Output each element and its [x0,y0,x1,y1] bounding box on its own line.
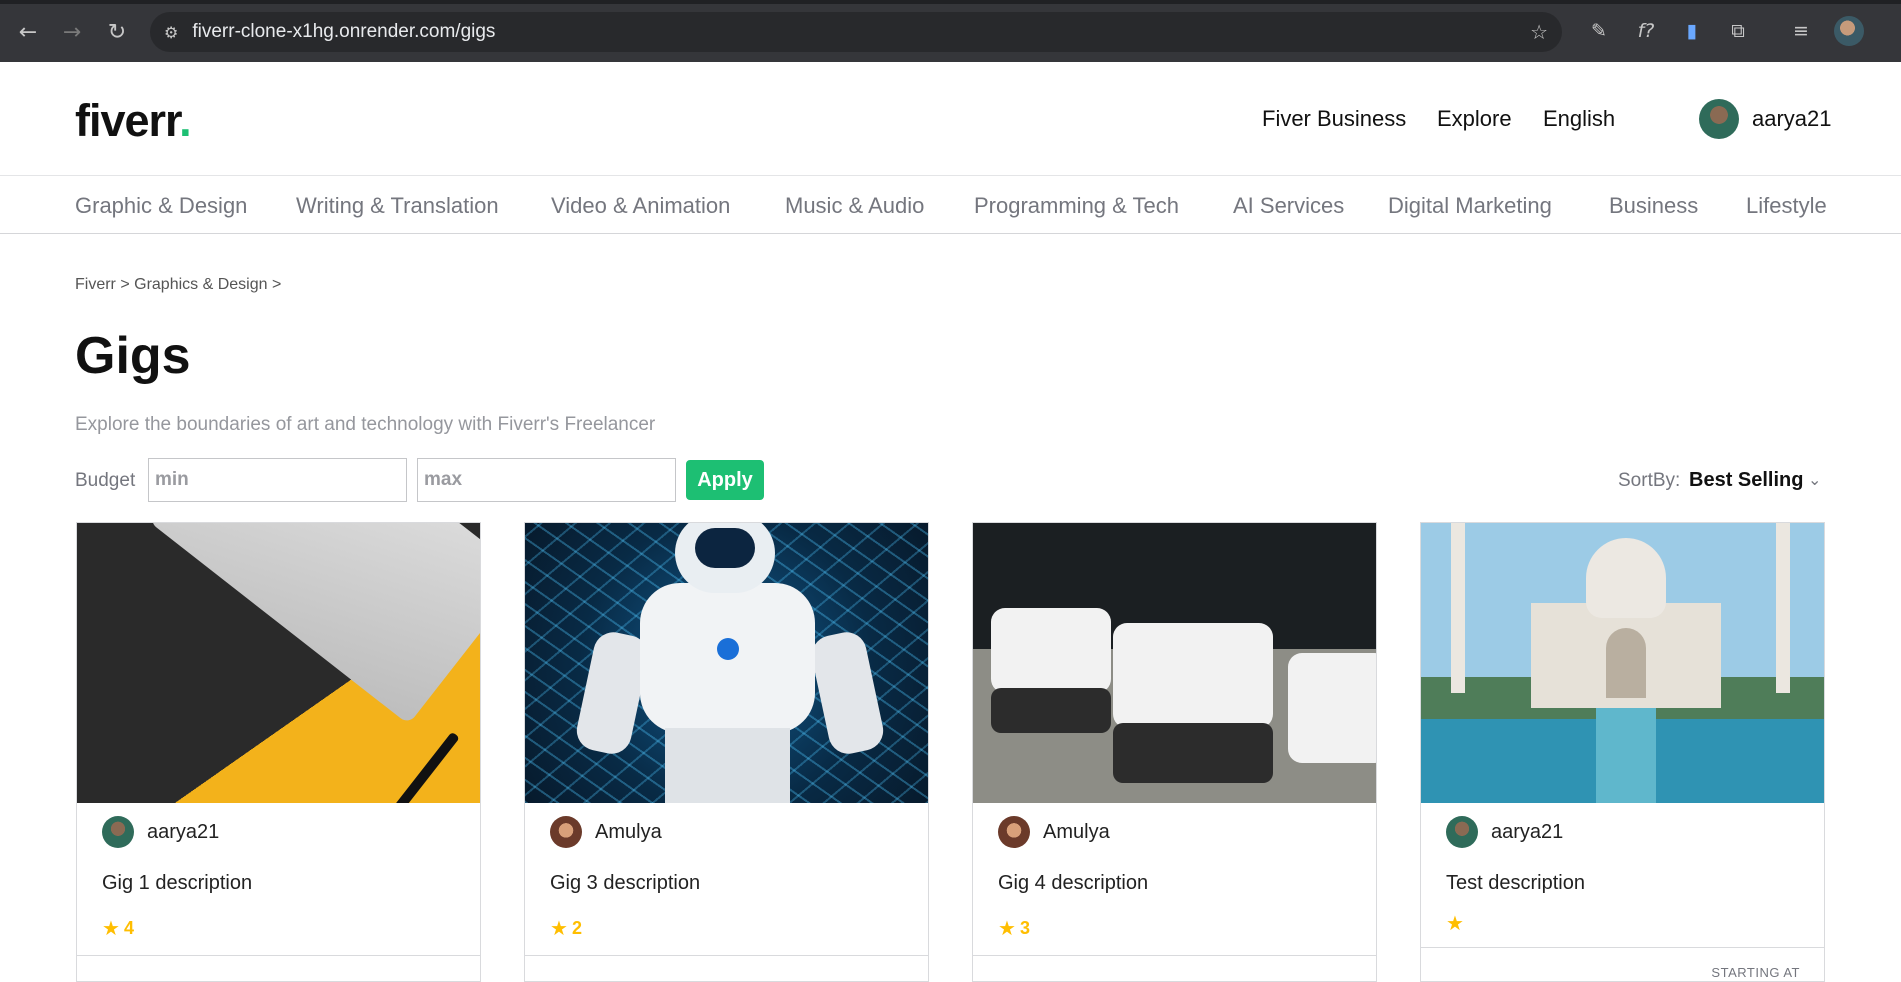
card-divider [1421,947,1824,948]
card-divider [525,955,928,956]
rating-value: 2 [571,917,582,938]
category-digital-marketing[interactable]: Digital Marketing [1388,193,1552,219]
category-music-audio[interactable]: Music & Audio [785,193,924,219]
url-text[interactable]: fiverr-clone-x1hg.onrender.com/gigs [192,21,495,43]
apply-button[interactable]: Apply [686,460,764,500]
gig-card[interactable]: aarya21 Gig 1 description ★ 4 [76,522,481,982]
site-header: fiverr. Fiver Business Explore English a… [0,62,1901,176]
gig-seller: aarya21 [102,816,219,848]
reload-icon[interactable]: ↻ [101,16,133,48]
rating-value: 3 [1019,917,1030,938]
chevron-down-icon[interactable]: ⌄ [1808,470,1821,489]
gig-image[interactable] [973,523,1376,803]
gig-image[interactable] [1421,523,1824,803]
gig-image-pool [1596,708,1656,803]
category-writing-translation[interactable]: Writing & Translation [296,193,499,219]
gig-image-delivery-robot [1113,623,1273,728]
category-lifestyle[interactable]: Lifestyle [1746,193,1827,219]
gig-image-robot-visor [695,528,755,568]
gig-image-delivery-robot [991,608,1111,693]
page-subtitle: Explore the boundaries of art and techno… [75,414,656,435]
category-business[interactable]: Business [1609,193,1698,219]
category-bar: Graphic & Design Writing & Translation V… [0,176,1901,234]
media-control-icon[interactable]: ≡ [1787,17,1815,45]
gig-image-delivery-robot-base [991,688,1111,733]
copy-extension-icon[interactable]: ▮ [1678,17,1706,45]
gig-image-minaret [1451,523,1465,693]
site-info-icon[interactable]: ⚙ [164,23,178,42]
bookmark-star-icon[interactable]: ☆ [1530,20,1548,44]
gig-rating: ★ 3 [998,916,1030,940]
nav-fiver-business[interactable]: Fiver Business [1262,106,1406,132]
gig-description[interactable]: Test description [1446,872,1585,895]
seller-avatar [102,816,134,848]
gig-image-dome [1586,538,1666,618]
logo-text: fiverr [75,95,180,146]
gig-card[interactable]: aarya21 Test description ★ STARTING AT [1420,522,1825,982]
breadcrumb[interactable]: Fiverr > Graphics & Design > [75,276,281,294]
gig-rating: ★ [1446,911,1468,935]
seller-name: aarya21 [1491,820,1564,843]
budget-max-input[interactable] [417,458,676,502]
seller-name: Amulya [595,820,662,843]
gig-seller: aarya21 [1446,816,1563,848]
extensions-puzzle-icon[interactable]: ⧉ [1724,17,1752,45]
sort-select[interactable]: Best Selling [1689,469,1803,492]
card-divider [973,955,1376,956]
nav-explore[interactable]: Explore [1437,106,1512,132]
address-bar[interactable]: ⚙ fiverr-clone-x1hg.onrender.com/gigs ☆ [150,12,1562,52]
gig-image-pen [384,731,460,803]
gig-card[interactable]: Amulya Gig 3 description ★ 2 [524,522,929,982]
budget-label: Budget [75,470,136,491]
star-icon: ★ [102,916,120,940]
gig-image[interactable] [77,523,480,803]
star-icon: ★ [550,916,568,940]
category-programming-tech[interactable]: Programming & Tech [974,193,1179,219]
browser-chrome: ← → ↻ ⚙ fiverr-clone-x1hg.onrender.com/g… [0,0,1901,62]
gig-rating: ★ 4 [102,916,134,940]
gig-card[interactable]: Amulya Gig 4 description ★ 3 [972,522,1377,982]
tab-strip [0,0,1901,4]
category-graphic-design[interactable]: Graphic & Design [75,193,247,219]
category-ai-services[interactable]: AI Services [1233,193,1344,219]
user-avatar[interactable] [1699,99,1739,139]
seller-name: aarya21 [147,820,220,843]
seller-avatar [998,816,1030,848]
formula-extension-icon[interactable]: f? [1632,17,1660,45]
gig-image-delivery-robot [1288,653,1376,763]
browser-profile-avatar[interactable] [1834,16,1864,46]
rating-value: 4 [123,917,134,938]
browser-toolbar: ← → ↻ ⚙ fiverr-clone-x1hg.onrender.com/g… [0,10,1901,54]
gig-image-laptop [148,523,480,725]
fiverr-logo[interactable]: fiverr. [75,95,192,147]
gig-description[interactable]: Gig 4 description [998,872,1148,895]
budget-min-input[interactable] [148,458,407,502]
star-icon: ★ [998,916,1016,940]
seller-avatar [550,816,582,848]
gig-image[interactable] [525,523,928,803]
page-title: Gigs [75,327,191,385]
forward-icon[interactable]: → [56,16,88,48]
sort-label: SortBy: [1618,470,1681,491]
seller-name: Amulya [1043,820,1110,843]
gig-image-delivery-robot-base [1113,723,1273,783]
gig-description[interactable]: Gig 3 description [550,872,700,895]
nav-language[interactable]: English [1543,106,1615,132]
back-icon[interactable]: ← [12,16,44,48]
gig-seller: Amulya [998,816,1110,848]
star-icon: ★ [1446,911,1464,935]
gig-seller: Amulya [550,816,662,848]
gig-image-arch [1606,628,1646,698]
gig-image-minaret [1776,523,1790,693]
gig-image-robot-legs [665,728,790,803]
gig-image-robot-core [717,638,739,660]
gig-rating: ★ 2 [550,916,582,940]
category-video-animation[interactable]: Video & Animation [551,193,730,219]
eyedropper-extension-icon[interactable]: ✎ [1585,17,1613,45]
logo-dot: . [179,95,191,146]
gig-description[interactable]: Gig 1 description [102,872,252,895]
card-divider [77,955,480,956]
seller-avatar [1446,816,1478,848]
username[interactable]: aarya21 [1752,106,1832,132]
